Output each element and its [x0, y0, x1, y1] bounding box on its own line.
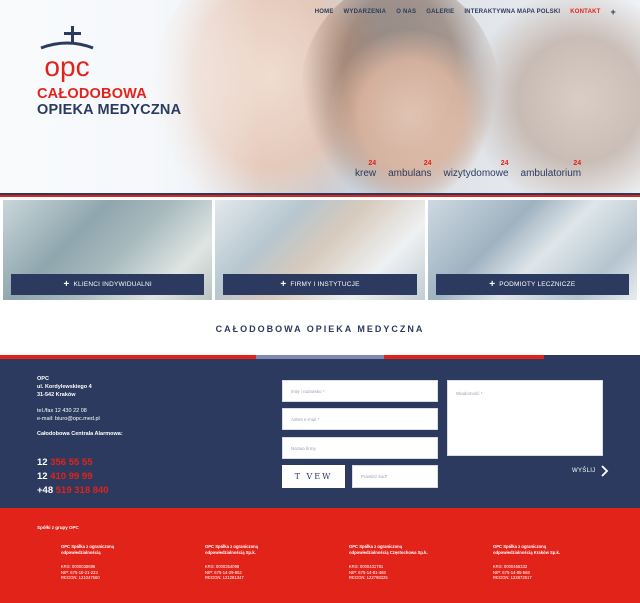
captcha-image: T VEW [282, 465, 345, 488]
service-label: ambulans [388, 168, 432, 179]
opc-logo[interactable]: opc [37, 24, 97, 84]
company-card: OPC Spółka z ograniczoną odpowiedzialnoś… [205, 544, 258, 581]
tile-klienci-button[interactable]: + KLIENCI INDYWIDUALNI [11, 274, 205, 295]
audience-tiles: + KLIENCI INDYWIDUALNI + FIRMY I INSTYTU… [3, 200, 637, 300]
contact-company: OPC [37, 376, 49, 382]
phone-prefix: 12 [37, 457, 48, 468]
service-label: wizytydomowe [443, 168, 509, 179]
divider-red [0, 195, 640, 197]
tile-label: FIRMY I INSTYTUCJE [290, 281, 360, 288]
alarm-phones: 12 356 55 55 12 410 99 99 +48 519 318 84… [37, 456, 109, 498]
contact-info: OPC ul. Kordylewskiego 4 31-542 Kraków t… [37, 375, 123, 438]
services-row: krew 24 ambulans 24 wizytydomowe 24 ambu… [355, 160, 582, 179]
nav-item-kontakt[interactable]: KONTAKT [570, 9, 600, 15]
company-name-2: odpowiedzialnością Częstochowa Sp.k. [349, 549, 428, 555]
section-title: CAŁODOBOWA OPIEKA MEDYCZNA [215, 324, 425, 334]
main-nav: HOME WYDARZENIA O NAS GALERIE INTERAKTYW… [315, 8, 616, 17]
tile-podmioty[interactable]: + PODMIOTY LECZNICZE [427, 200, 637, 300]
phone-number: 410 99 99 [50, 471, 93, 482]
phone-2[interactable]: 12 410 99 99 [37, 470, 109, 484]
contact-stripes [0, 355, 640, 359]
company-name: OPC Spółka z ograniczoną [205, 544, 259, 549]
service-label: ambulatorium [520, 168, 582, 179]
contact-street: ul. Kordylewskiego 4 [37, 384, 92, 390]
send-button[interactable]: WYŚLIJ [572, 465, 609, 477]
captcha-input[interactable]: Powtórz kod* [352, 465, 438, 488]
group-title: Spółki z grupy OPC [37, 525, 79, 530]
service-label: krew [355, 168, 377, 179]
message-textarea[interactable]: Wiadomość * [447, 380, 603, 456]
tile-firmy-button[interactable]: + FIRMY I INSTYTUCJE [223, 274, 417, 295]
service-24-badge: 24 [573, 160, 582, 167]
service-ambulatorium[interactable]: ambulatorium 24 [520, 160, 582, 179]
phone-prefix: +48 [37, 485, 54, 496]
chevron-right-icon [601, 465, 609, 477]
plus-icon: + [280, 279, 287, 290]
company-card: OPC Spółka z ograniczoną odpowiedzialnoś… [61, 544, 114, 581]
contact-email[interactable]: e-mail: biuro@opc.med.pl [37, 415, 123, 423]
service-ambulans[interactable]: ambulans 24 [388, 160, 432, 179]
plus-icon: + [63, 279, 70, 290]
service-krew[interactable]: krew 24 [355, 160, 377, 179]
phone-number: 519 318 840 [55, 485, 109, 496]
brand-name: CAŁODOBOWA OPIEKA MEDYCZNA [37, 86, 181, 118]
nav-item-mapa[interactable]: INTERAKTYWNA MAPA POLSKI [464, 9, 560, 15]
company-card: OPC Spółka z ograniczoną odpowiedzialnoś… [349, 544, 428, 581]
tile-podmioty-button[interactable]: + PODMIOTY LECZNICZE [435, 274, 629, 295]
nav-item-home[interactable]: HOME [315, 9, 334, 15]
plus-icon: + [489, 279, 496, 290]
send-label: WYŚLIJ [572, 468, 596, 474]
company-regon: REGON: 122872917 [493, 575, 532, 580]
contact-tel: tel./fax 12 430 22 08 [37, 408, 87, 414]
hero-banner: opc CAŁODOBOWA OPIEKA MEDYCZNA HOME WYDA… [0, 0, 640, 193]
footer: Spółki z grupy OPC OPC Spółka z ogranicz… [0, 508, 640, 603]
nav-item-wydarzenia[interactable]: WYDARZENIA [344, 9, 387, 15]
phone-number: 356 55 55 [50, 457, 93, 468]
company-input[interactable]: Nazwa firmy [282, 437, 438, 459]
brand-line-1: CAŁODOBOWA [37, 86, 147, 102]
service-wizyty-domowe[interactable]: wizytydomowe 24 [443, 160, 509, 179]
company-regon: REGON: 121281347 [205, 575, 244, 580]
hero-photo-doctor [470, 0, 640, 193]
nav-more-plus-icon[interactable]: + [611, 8, 616, 17]
service-24-badge: 24 [368, 160, 377, 167]
email-input[interactable]: Adres e-mail * [282, 408, 438, 430]
company-name-2: odpowiedzialnością Kraków Sp.k. [493, 549, 561, 555]
company-regon: REGON: 122798325 [349, 575, 388, 580]
service-24-badge: 24 [423, 160, 432, 167]
company-name-2: odpowiedzialnością [61, 549, 101, 555]
tile-label: KLIENCI INDYWIDUALNI [73, 281, 152, 288]
tile-label: PODMIOTY LECZNICZE [499, 281, 576, 288]
name-input[interactable]: Imię i nazwisko * [282, 380, 438, 402]
phone-prefix: 12 [37, 471, 48, 482]
alarm-title: Całodobowa Centrala Alarmowa: [37, 431, 123, 437]
logo-text: opc [44, 51, 89, 82]
company-name: OPC Spółka z ograniczoną [61, 544, 115, 549]
tile-klienci[interactable]: + KLIENCI INDYWIDUALNI [3, 200, 213, 300]
phone-3[interactable]: +48 519 318 840 [37, 484, 109, 498]
phone-1[interactable]: 12 356 55 55 [37, 456, 109, 470]
brand-line-2: OPIEKA MEDYCZNA [37, 102, 182, 118]
nav-item-galerie[interactable]: GALERIE [426, 9, 454, 15]
service-24-badge: 24 [500, 160, 509, 167]
company-card: OPC Spółka z ograniczoną odpowiedzialnoś… [493, 544, 560, 581]
company-regon: REGON: 121047560 [61, 575, 100, 580]
company-name-2: odpowiedzialnością Sp.k. [205, 549, 256, 555]
contact-city: 31-542 Kraków [37, 392, 76, 398]
tile-firmy[interactable]: + FIRMY I INSTYTUCJE [215, 200, 425, 300]
nav-item-o-nas[interactable]: O NAS [396, 9, 416, 15]
